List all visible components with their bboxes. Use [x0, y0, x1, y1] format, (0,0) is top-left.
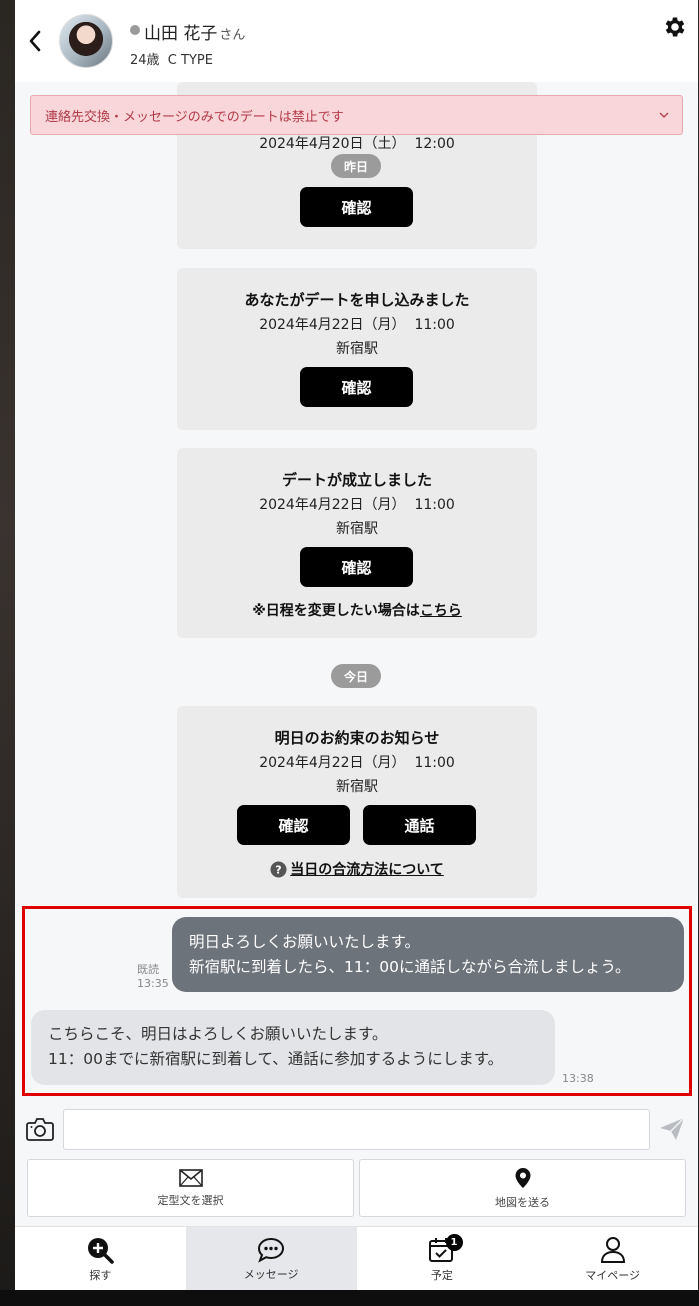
nav-item-schedule[interactable]: 1 予定 — [357, 1227, 528, 1290]
honorific: さん — [219, 28, 246, 43]
user-name: 山田 花子 さん — [144, 19, 245, 44]
svg-text:?: ? — [276, 863, 282, 876]
online-status-dot — [130, 25, 140, 35]
warning-text: 連絡先交換・メッセージのみでのデートは禁止です — [45, 109, 344, 125]
gear-icon — [665, 17, 685, 37]
message-input[interactable] — [63, 1109, 650, 1150]
card-place: 新宿駅 — [336, 779, 378, 795]
send-icon — [660, 1117, 685, 1140]
card-title: 明日のお約束のお知らせ — [274, 729, 440, 747]
meetup-help-link[interactable]: 当日の合流方法について — [290, 859, 444, 879]
settings-button[interactable] — [662, 14, 688, 40]
reschedule-link[interactable]: こちら — [420, 603, 462, 619]
nav-label: メッセージ — [243, 1267, 299, 1281]
question-circle-icon: ? — [270, 861, 287, 877]
message-time: 13:38 — [562, 1072, 594, 1085]
message-line: 明日よろしくお願いいたします。 — [189, 933, 420, 951]
call-button[interactable]: 通話 — [363, 805, 476, 845]
card-datetime: 2024年4月22日（月） 11:00 — [259, 317, 455, 333]
envelope-icon — [178, 1168, 203, 1187]
search-plus-icon — [88, 1237, 115, 1264]
reschedule-note: ※日程を変更したい場合はこちら — [177, 600, 537, 620]
card-title: デートが成立しました — [281, 471, 432, 489]
camera-button[interactable] — [25, 1115, 55, 1143]
map-label: 地図を送る — [495, 1195, 550, 1209]
read-receipt: 既読 — [137, 963, 159, 976]
reschedule-note-text: ※日程を変更したい場合は — [252, 603, 420, 619]
chevron-down-icon — [659, 112, 669, 118]
template-button[interactable]: 定型文を選択 — [27, 1159, 354, 1217]
card-place: 新宿駅 — [336, 341, 378, 357]
message-line: 11：00までに新宿駅に到着して、通話に参加するようにします。 — [48, 1050, 504, 1068]
send-map-button[interactable]: 地図を送る — [359, 1159, 686, 1217]
bottom-nav: 探す メッセージ 1 予定 マイページ — [15, 1226, 698, 1290]
confirm-button[interactable]: 確認 — [237, 805, 350, 845]
day-label-today: 今日 — [331, 664, 381, 688]
template-label: 定型文を選択 — [157, 1193, 224, 1207]
notification-badge: 1 — [445, 1234, 463, 1251]
meetup-help[interactable]: ? 当日の合流方法について — [177, 859, 537, 879]
nav-item-search[interactable]: 探す — [15, 1227, 186, 1290]
person-icon — [600, 1236, 625, 1263]
chat-header: 山田 花子 さん 24歳 C TYPE — [15, 0, 698, 82]
card-datetime: 2024年4月20日（土） 12:00 — [259, 136, 455, 152]
nav-item-messages[interactable]: メッセージ — [185, 1227, 357, 1290]
message-line: 新宿駅に到着したら、11：00に通話しながら合流しましょう。 — [189, 958, 631, 976]
nav-label: 探す — [89, 1268, 112, 1282]
send-button[interactable] — [658, 1116, 686, 1142]
date-established-card: デートが成立しました 2024年4月22日（月） 11:00 新宿駅 確認 ※日… — [177, 448, 537, 638]
confirm-button[interactable]: 確認 — [300, 187, 413, 227]
date-request-card: あなたがデートを申し込みました 2024年4月22日（月） 11:00 新宿駅 … — [177, 268, 537, 430]
warning-banner[interactable]: 連絡先交換・メッセージのみでのデートは禁止です — [30, 95, 683, 135]
message-line: こちらこそ、明日はよろしくお願いいたします。 — [48, 1025, 388, 1043]
message-time: 13:35 — [137, 977, 169, 990]
map-pin-icon — [515, 1167, 530, 1188]
user-name-text: 山田 花子 — [144, 24, 218, 44]
confirm-button[interactable]: 確認 — [300, 367, 413, 407]
card-title: あなたがデートを申し込みました — [244, 291, 470, 309]
back-button[interactable] — [23, 26, 47, 56]
card-place: 新宿駅 — [336, 521, 378, 537]
nav-label: 予定 — [430, 1268, 453, 1282]
nav-item-mypage[interactable]: マイページ — [527, 1227, 698, 1290]
confirm-button[interactable]: 確認 — [300, 547, 413, 587]
chevron-left-icon — [29, 30, 41, 52]
their-message-bubble: こちらこそ、明日はよろしくお願いいたします。 11：00までに新宿駅に到着して、… — [31, 1010, 555, 1085]
chat-icon — [258, 1237, 285, 1263]
card-datetime: 2024年4月22日（月） 11:00 — [259, 755, 455, 771]
card-datetime: 2024年4月22日（月） 11:00 — [259, 497, 455, 513]
nav-label: マイページ — [585, 1268, 641, 1282]
user-meta: 24歳 C TYPE — [130, 53, 213, 68]
window-bottom-edge — [0, 1290, 699, 1306]
message-meta: 既読 13:35 — [137, 963, 169, 991]
compose-bar — [15, 1106, 698, 1156]
camera-icon — [26, 1118, 54, 1141]
app-window: 山田 花子 さん 24歳 C TYPE 2024年4月20日（土） 12:00 確… — [15, 0, 698, 1290]
my-message-bubble: 明日よろしくお願いいたします。 新宿駅に到着したら、11：00に通話しながら合流… — [172, 917, 684, 992]
day-label-yesterday: 昨日 — [331, 154, 381, 178]
reminder-card: 明日のお約束のお知らせ 2024年4月22日（月） 11:00 新宿駅 確認 通… — [177, 706, 537, 898]
avatar[interactable] — [59, 14, 113, 68]
